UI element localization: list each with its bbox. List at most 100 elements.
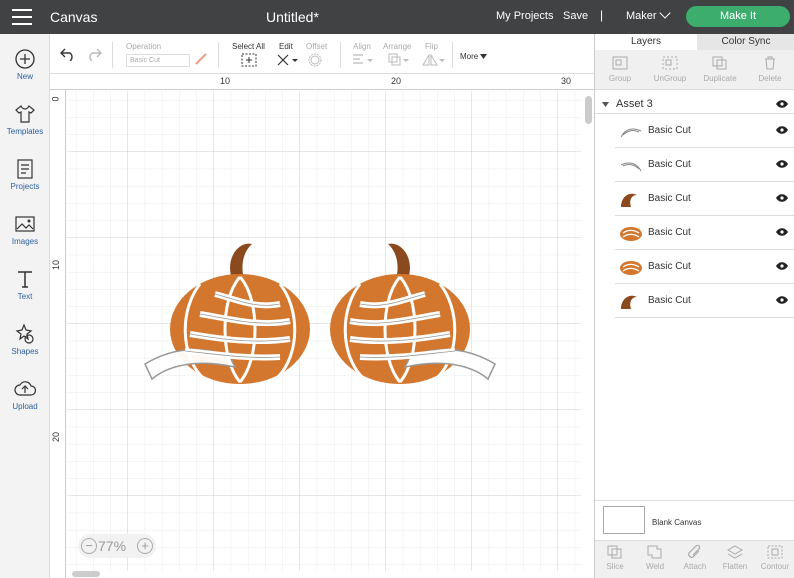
sidebar-item-label: Shapes — [11, 347, 39, 356]
arrange-icon[interactable] — [388, 53, 410, 67]
upload-icon — [14, 381, 36, 396]
weld-label: Weld — [645, 562, 665, 571]
offset-icon[interactable] — [308, 53, 326, 67]
layer-group-row[interactable]: Asset 3 — [595, 96, 794, 114]
layer-label: Basic Cut — [648, 227, 691, 238]
group-label: Group — [608, 74, 632, 83]
sidebar-item-text[interactable]: Text — [0, 268, 50, 301]
select-all-label: Select All — [232, 42, 265, 51]
attach-label: Attach — [683, 562, 707, 571]
layers-list: Asset 3 Basic Cut Basic Cut Basic Cut Ba… — [595, 90, 794, 500]
eye-icon[interactable] — [776, 100, 788, 108]
eye-icon[interactable] — [776, 126, 788, 134]
left-pumpkin — [144, 243, 310, 384]
layer-thumbnail — [620, 162, 642, 172]
chevron-down-icon[interactable] — [659, 7, 671, 19]
blank-canvas-row[interactable]: Blank Canvas — [595, 500, 794, 540]
flip-label: Flip — [425, 42, 438, 51]
select-all-icon[interactable] — [241, 53, 257, 67]
sidebar-item-label: New — [16, 72, 33, 81]
duplicate-label: Duplicate — [703, 74, 737, 83]
hamburger-menu-icon[interactable] — [12, 9, 32, 25]
my-projects-link[interactable]: My Projects — [496, 10, 553, 22]
paperclip-icon — [688, 545, 701, 558]
save-button[interactable]: Save — [563, 10, 588, 22]
layer-row[interactable]: Basic Cut — [615, 250, 794, 284]
attach-button[interactable]: Attach — [675, 541, 715, 571]
top-bar: Canvas Untitled* My Projects Save | Make… — [0, 0, 794, 34]
ruler-tick-label: 10 — [220, 76, 231, 86]
sidebar-item-projects[interactable]: Projects — [0, 158, 50, 191]
divider — [340, 42, 341, 68]
layer-row[interactable]: Basic Cut — [615, 114, 794, 148]
pumpkin-skeleton-hands-design[interactable] — [140, 239, 500, 389]
group-button[interactable]: Group — [595, 50, 645, 83]
zoom-out-button[interactable]: − — [81, 538, 97, 554]
caret-down-icon[interactable] — [602, 102, 609, 107]
delete-label: Delete — [758, 74, 782, 83]
slice-button[interactable]: Slice — [595, 541, 635, 571]
trash-icon — [765, 56, 775, 70]
app-title: Canvas — [50, 9, 98, 25]
layer-row[interactable]: Basic Cut — [615, 182, 794, 216]
delete-button[interactable]: Delete — [745, 50, 794, 83]
group-name: Asset 3 — [616, 98, 653, 110]
weld-icon — [647, 545, 662, 559]
divider — [452, 42, 453, 68]
sidebar-item-images[interactable]: Images — [0, 213, 50, 246]
eye-icon[interactable] — [776, 194, 788, 202]
ungroup-button[interactable]: UnGroup — [645, 50, 695, 83]
caret-down-icon[interactable] — [480, 54, 487, 59]
eye-icon[interactable] — [776, 262, 788, 270]
undo-icon[interactable] — [60, 47, 76, 61]
ungroup-icon — [662, 56, 678, 70]
duplicate-button[interactable]: Duplicate — [695, 50, 745, 83]
edit-scissors-icon[interactable] — [276, 53, 298, 67]
offset-label: Offset — [306, 42, 328, 51]
tab-layers[interactable]: Layers — [595, 34, 697, 50]
horizontal-scrollbar[interactable] — [72, 571, 100, 577]
operation-select[interactable]: Basic Cut — [126, 54, 190, 67]
layer-row[interactable]: Basic Cut — [615, 216, 794, 250]
layer-tools: Group UnGroup Duplicate Delete — [595, 50, 794, 90]
zoom-control: − 77% + — [78, 534, 156, 558]
pen-icon[interactable] — [194, 52, 208, 66]
contour-button[interactable]: Contour — [755, 541, 794, 571]
sidebar-item-shapes[interactable]: Shapes — [0, 323, 50, 356]
layer-thumbnail — [620, 261, 642, 275]
sidebar-item-templates[interactable]: Templates — [0, 103, 50, 136]
eye-icon[interactable] — [776, 160, 788, 168]
more-button[interactable]: More — [460, 52, 478, 61]
eye-icon[interactable] — [776, 228, 788, 236]
ungroup-label: UnGroup — [653, 74, 687, 83]
left-sidebar: New Templates Projects Images Text Shape… — [0, 34, 50, 578]
layer-row[interactable]: Basic Cut — [615, 148, 794, 182]
design-canvas[interactable]: 10 20 30 0 10 20 − 77% + — [50, 74, 594, 578]
tshirt-icon — [15, 105, 35, 123]
edit-label: Edit — [279, 42, 293, 51]
zoom-in-button[interactable]: + — [137, 538, 153, 554]
align-icon[interactable] — [352, 53, 374, 67]
flatten-button[interactable]: Flatten — [715, 541, 755, 571]
flip-icon[interactable] — [421, 53, 445, 67]
blank-canvas-swatch[interactable] — [603, 506, 645, 534]
sidebar-item-new[interactable]: New — [0, 48, 50, 81]
layer-label: Basic Cut — [648, 193, 691, 204]
slice-icon — [607, 545, 622, 559]
redo-icon[interactable] — [86, 47, 102, 61]
sidebar-item-label: Templates — [6, 127, 44, 136]
machine-select[interactable]: Maker — [626, 10, 657, 22]
ruler-tick-label: 20 — [391, 76, 402, 86]
vertical-scrollbar[interactable] — [585, 96, 592, 124]
make-it-button[interactable]: Make It — [686, 6, 790, 27]
tab-color-sync[interactable]: Color Sync — [697, 34, 794, 50]
flatten-icon — [727, 545, 743, 559]
ruler-tick-label: 20 — [51, 431, 62, 443]
document-title: Untitled* — [266, 9, 319, 25]
flatten-label: Flatten — [722, 562, 748, 571]
eye-icon[interactable] — [776, 296, 788, 304]
layer-thumbnail — [620, 227, 642, 241]
sidebar-item-upload[interactable]: Upload — [0, 378, 50, 411]
weld-button[interactable]: Weld — [635, 541, 675, 571]
layer-row[interactable]: Basic Cut — [615, 284, 794, 318]
